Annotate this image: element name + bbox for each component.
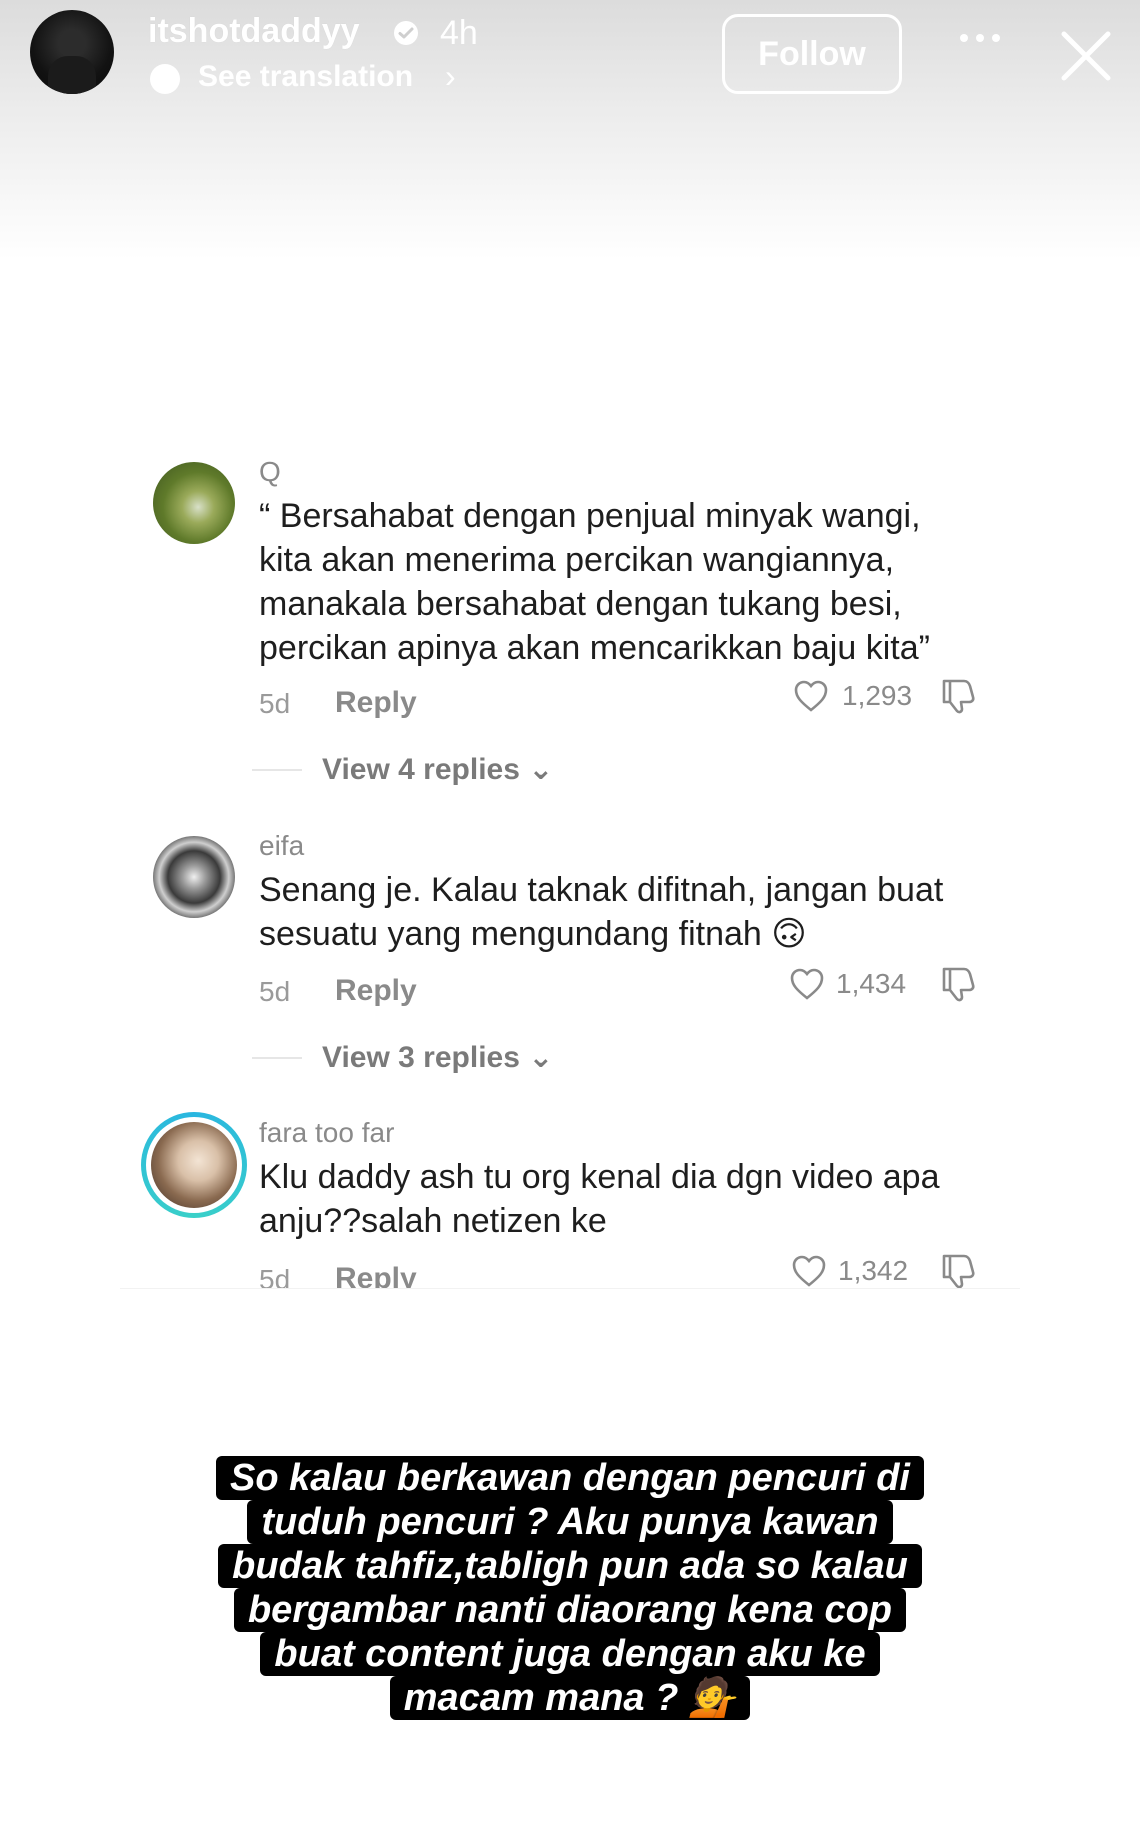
comment-text: Klu daddy ash tu org kenal dia dgn video…	[259, 1158, 940, 1240]
commenter-name[interactable]: fara too far	[259, 1117, 394, 1149]
heart-icon[interactable]	[791, 1254, 827, 1288]
chevron-right-icon: ›	[445, 58, 456, 94]
see-translation-link[interactable]: See translation	[198, 60, 413, 94]
dislike-icon[interactable]	[938, 677, 978, 715]
commenter-avatar[interactable]	[153, 462, 235, 544]
divider	[252, 769, 302, 771]
avatar-figure-body	[48, 56, 96, 94]
commenter-avatar	[151, 1122, 237, 1208]
like-count: 1,434	[836, 968, 907, 999]
comment-text: “ Bersahabat dengan penjual minyak wangi…	[259, 497, 930, 667]
comment-age: 5d	[259, 688, 291, 719]
heart-icon[interactable]	[793, 679, 829, 713]
dislike-icon[interactable]	[938, 1252, 978, 1290]
avatar-figure-head	[58, 30, 86, 58]
caption-line: So kalau berkawan dengan pencuri di	[216, 1456, 924, 1500]
story-caption: So kalau berkawan dengan pencuri di tudu…	[150, 1456, 990, 1720]
heart-icon[interactable]	[789, 967, 825, 1001]
comment-age: 5d	[259, 976, 291, 1007]
chevron-down-icon: ⌄	[528, 1041, 554, 1074]
verified-icon	[394, 21, 418, 45]
caption-line: budak tahfiz,tabligh pun ada so kalau	[218, 1544, 922, 1588]
close-icon[interactable]	[1058, 28, 1114, 84]
reply-button[interactable]: Reply	[335, 686, 417, 720]
more-icon[interactable]	[958, 18, 1002, 58]
profile-username[interactable]: itshotdaddyy	[148, 12, 360, 51]
chevron-down-icon: ⌄	[528, 753, 554, 786]
story-ring[interactable]	[141, 1112, 247, 1218]
commenter-name[interactable]: Q	[259, 456, 281, 488]
dislike-icon[interactable]	[938, 965, 978, 1003]
caption-line: macam mana ? 💁	[389, 1676, 751, 1720]
view-replies-link[interactable]: View 3 replies ⌄	[322, 1040, 553, 1075]
caption-line: bergambar nanti diaorang kena cop	[233, 1588, 907, 1632]
like-count: 1,293	[842, 680, 913, 711]
view-replies-label: View 4 replies	[322, 753, 520, 786]
translation-icon	[150, 64, 180, 94]
view-replies-link[interactable]: View 4 replies ⌄	[322, 752, 553, 787]
caption-line: buat content juga dengan aku ke	[260, 1632, 880, 1676]
divider	[252, 1057, 302, 1059]
view-replies-label: View 3 replies	[322, 1041, 520, 1074]
profile-avatar[interactable]	[30, 10, 114, 94]
post-time: 4h	[440, 14, 478, 52]
like-count: 1,342	[838, 1255, 909, 1286]
reply-button[interactable]: Reply	[335, 974, 417, 1008]
comment-text: Senang je. Kalau taknak difitnah, jangan…	[259, 871, 944, 953]
screenshot-crop-edge	[120, 1288, 1020, 1301]
commenter-name[interactable]: eifa	[259, 830, 304, 862]
caption-line: tuduh pencuri ? Aku punya kawan	[247, 1500, 893, 1544]
commenter-avatar[interactable]	[153, 836, 235, 918]
follow-button[interactable]: Follow	[722, 14, 902, 94]
